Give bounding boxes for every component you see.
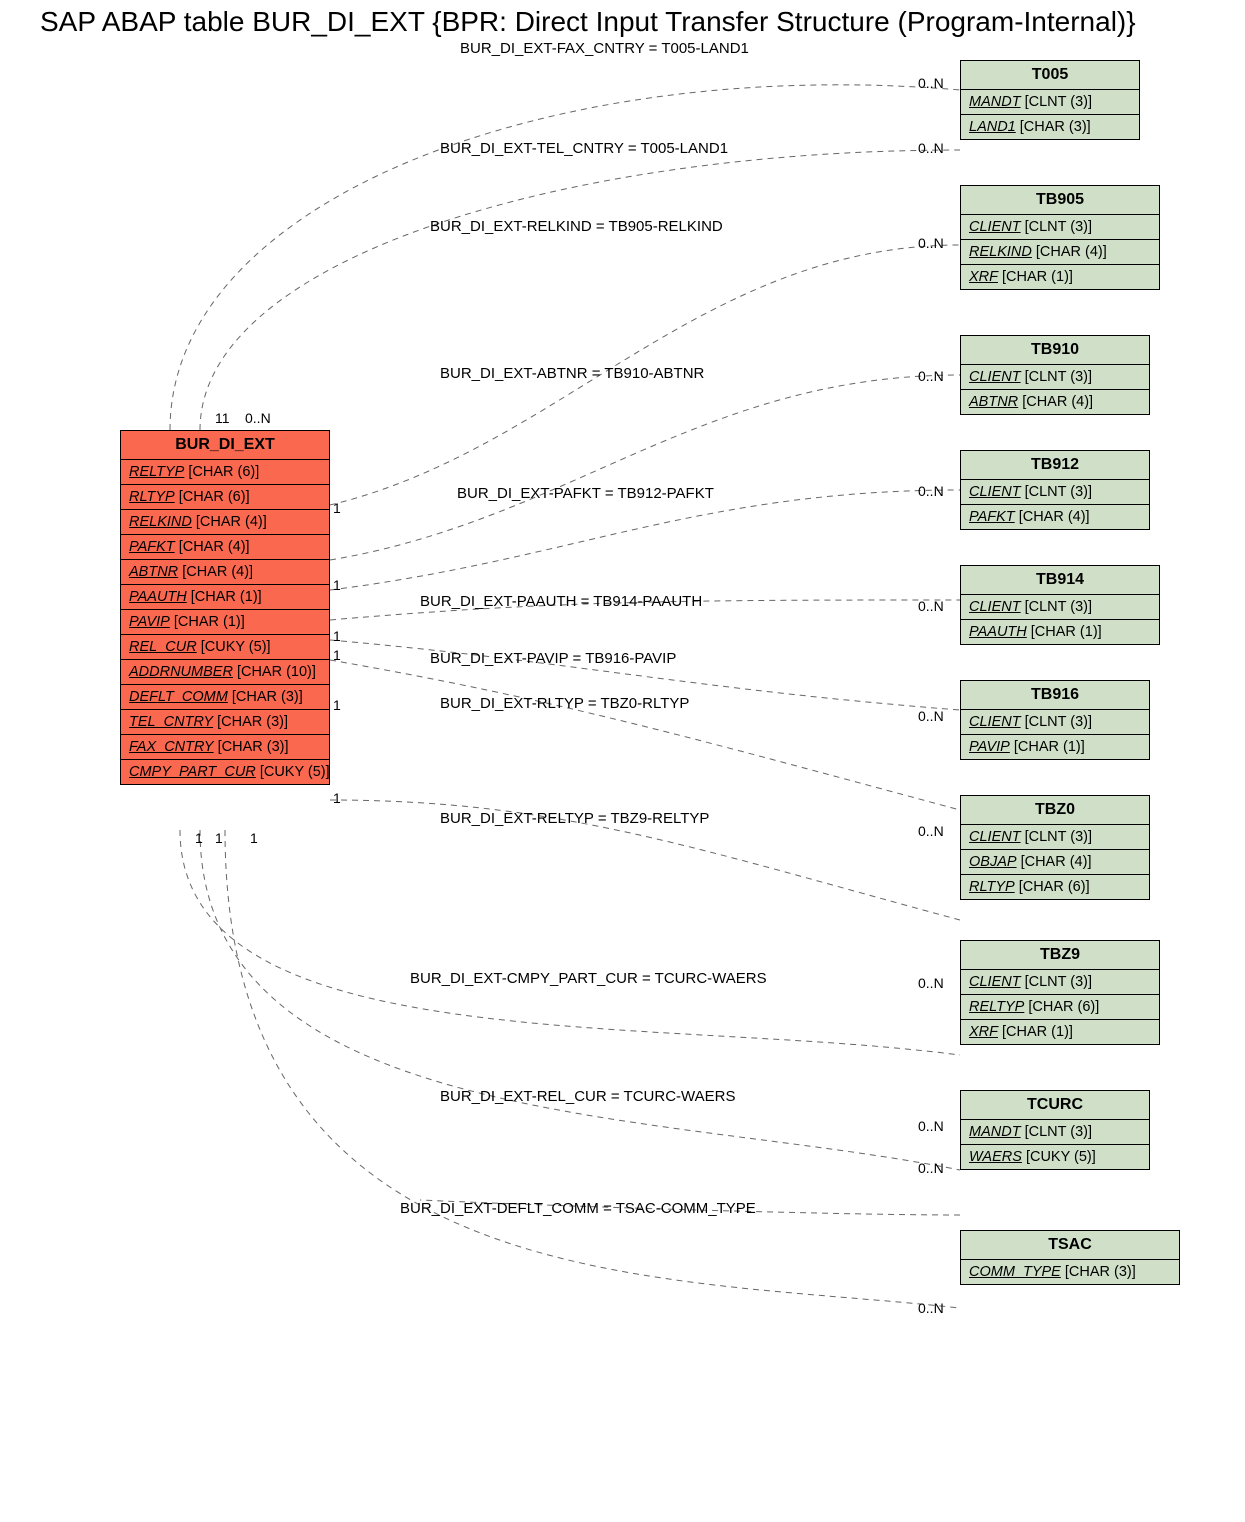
cardinality: 0..N xyxy=(918,708,944,724)
field-row: XRF [CHAR (1)] xyxy=(961,265,1159,289)
entity-tcurc: TCURC MANDT [CLNT (3)] WAERS [CUKY (5)] xyxy=(960,1090,1150,1170)
relation-label: BUR_DI_EXT-RELTYP = TBZ9-RELTYP xyxy=(440,810,709,827)
entity-tb912: TB912 CLIENT [CLNT (3)] PAFKT [CHAR (4)] xyxy=(960,450,1150,530)
field-row: OBJAP [CHAR (4)] xyxy=(961,850,1149,875)
field-row: COMM_TYPE [CHAR (3)] xyxy=(961,1260,1179,1284)
field-row: PAVIP [CHAR (1)] xyxy=(121,610,329,635)
field-row: RLTYP [CHAR (6)] xyxy=(961,875,1149,899)
field-row: CLIENT [CLNT (3)] xyxy=(961,365,1149,390)
field-row: REL_CUR [CUKY (5)] xyxy=(121,635,329,660)
cardinality: 1 xyxy=(333,500,341,516)
entity-tb916: TB916 CLIENT [CLNT (3)] PAVIP [CHAR (1)] xyxy=(960,680,1150,760)
entity-tb910: TB910 CLIENT [CLNT (3)] ABTNR [CHAR (4)] xyxy=(960,335,1150,415)
entity-header: TB910 xyxy=(961,336,1149,365)
relation-label: BUR_DI_EXT-RLTYP = TBZ0-RLTYP xyxy=(440,695,689,712)
field-row: ADDRNUMBER [CHAR (10)] xyxy=(121,660,329,685)
relation-label: BUR_DI_EXT-PAAUTH = TB914-PAAUTH xyxy=(420,593,702,610)
entity-header: T005 xyxy=(961,61,1139,90)
entity-header: TBZ9 xyxy=(961,941,1159,970)
field-row: ABTNR [CHAR (4)] xyxy=(961,390,1149,414)
entity-tb914: TB914 CLIENT [CLNT (3)] PAAUTH [CHAR (1)… xyxy=(960,565,1160,645)
field-row: RELTYP [CHAR (6)] xyxy=(121,460,329,485)
cardinality: 11 xyxy=(215,410,230,426)
cardinality: 1 xyxy=(215,830,223,846)
entity-t005: T005 MANDT [CLNT (3)] LAND1 [CHAR (3)] xyxy=(960,60,1140,140)
entity-tb905: TB905 CLIENT [CLNT (3)] RELKIND [CHAR (4… xyxy=(960,185,1160,290)
relation-label: BUR_DI_EXT-TEL_CNTRY = T005-LAND1 xyxy=(440,140,728,157)
relation-label: BUR_DI_EXT-FAX_CNTRY = T005-LAND1 xyxy=(460,40,749,57)
cardinality: 0..N xyxy=(918,1160,944,1176)
cardinality: 1 xyxy=(250,830,258,846)
field-row: CLIENT [CLNT (3)] xyxy=(961,595,1159,620)
field-row: CLIENT [CLNT (3)] xyxy=(961,215,1159,240)
cardinality: 0..N xyxy=(918,75,944,91)
relation-label: BUR_DI_EXT-PAFKT = TB912-PAFKT xyxy=(457,485,714,502)
relation-label: BUR_DI_EXT-REL_CUR = TCURC-WAERS xyxy=(440,1088,735,1105)
entity-header: TB914 xyxy=(961,566,1159,595)
cardinality: 1 xyxy=(333,697,341,713)
er-diagram: SAP ABAP table BUR_DI_EXT {BPR: Direct I… xyxy=(0,0,1245,1522)
cardinality: 0..N xyxy=(918,140,944,156)
entity-header: TB905 xyxy=(961,186,1159,215)
cardinality: 0..N xyxy=(918,368,944,384)
field-row: CLIENT [CLNT (3)] xyxy=(961,970,1159,995)
entity-tbz0: TBZ0 CLIENT [CLNT (3)] OBJAP [CHAR (4)] … xyxy=(960,795,1150,900)
entity-header: TBZ0 xyxy=(961,796,1149,825)
relation-label: BUR_DI_EXT-RELKIND = TB905-RELKIND xyxy=(430,218,723,235)
entity-header: BUR_DI_EXT xyxy=(121,431,329,460)
field-row: RELKIND [CHAR (4)] xyxy=(121,510,329,535)
entity-tbz9: TBZ9 CLIENT [CLNT (3)] RELTYP [CHAR (6)]… xyxy=(960,940,1160,1045)
field-row: WAERS [CUKY (5)] xyxy=(961,1145,1149,1169)
field-row: RLTYP [CHAR (6)] xyxy=(121,485,329,510)
field-row: PAAUTH [CHAR (1)] xyxy=(961,620,1159,644)
field-row: MANDT [CLNT (3)] xyxy=(961,1120,1149,1145)
cardinality: 0..N xyxy=(918,1300,944,1316)
field-row: MANDT [CLNT (3)] xyxy=(961,90,1139,115)
entity-header: TSAC xyxy=(961,1231,1179,1260)
cardinality: 0..N xyxy=(918,483,944,499)
field-row: PAFKT [CHAR (4)] xyxy=(961,505,1149,529)
field-row: LAND1 [CHAR (3)] xyxy=(961,115,1139,139)
field-row: FAX_CNTRY [CHAR (3)] xyxy=(121,735,329,760)
cardinality: 1 xyxy=(333,628,341,644)
field-row: CLIENT [CLNT (3)] xyxy=(961,825,1149,850)
cardinality: 0..N xyxy=(918,235,944,251)
cardinality: 1 xyxy=(333,577,341,593)
cardinality: 0..N xyxy=(918,598,944,614)
entity-bur-di-ext: BUR_DI_EXT RELTYP [CHAR (6)] RLTYP [CHAR… xyxy=(120,430,330,785)
field-row: CMPY_PART_CUR [CUKY (5)] xyxy=(121,760,329,784)
field-row: RELKIND [CHAR (4)] xyxy=(961,240,1159,265)
field-row: ABTNR [CHAR (4)] xyxy=(121,560,329,585)
field-row: PAAUTH [CHAR (1)] xyxy=(121,585,329,610)
field-row: TEL_CNTRY [CHAR (3)] xyxy=(121,710,329,735)
cardinality: 1 xyxy=(333,790,341,806)
field-row: XRF [CHAR (1)] xyxy=(961,1020,1159,1044)
field-row: CLIENT [CLNT (3)] xyxy=(961,480,1149,505)
relation-label: BUR_DI_EXT-DEFLT_COMM = TSAC-COMM_TYPE xyxy=(400,1200,756,1217)
cardinality: 0..N xyxy=(918,975,944,991)
cardinality: 0..N xyxy=(245,410,271,426)
diagram-title: SAP ABAP table BUR_DI_EXT {BPR: Direct I… xyxy=(40,6,1136,38)
entity-header: TB916 xyxy=(961,681,1149,710)
field-row: DEFLT_COMM [CHAR (3)] xyxy=(121,685,329,710)
field-row: CLIENT [CLNT (3)] xyxy=(961,710,1149,735)
cardinality: 0..N xyxy=(918,823,944,839)
cardinality: 1 xyxy=(333,647,341,663)
entity-tsac: TSAC COMM_TYPE [CHAR (3)] xyxy=(960,1230,1180,1285)
relation-label: BUR_DI_EXT-PAVIP = TB916-PAVIP xyxy=(430,650,676,667)
field-row: PAVIP [CHAR (1)] xyxy=(961,735,1149,759)
entity-header: TB912 xyxy=(961,451,1149,480)
cardinality: 0..N xyxy=(918,1118,944,1134)
relation-label: BUR_DI_EXT-ABTNR = TB910-ABTNR xyxy=(440,365,704,382)
field-row: RELTYP [CHAR (6)] xyxy=(961,995,1159,1020)
relation-label: BUR_DI_EXT-CMPY_PART_CUR = TCURC-WAERS xyxy=(410,970,767,987)
entity-header: TCURC xyxy=(961,1091,1149,1120)
cardinality: 1 xyxy=(195,830,203,846)
field-row: PAFKT [CHAR (4)] xyxy=(121,535,329,560)
